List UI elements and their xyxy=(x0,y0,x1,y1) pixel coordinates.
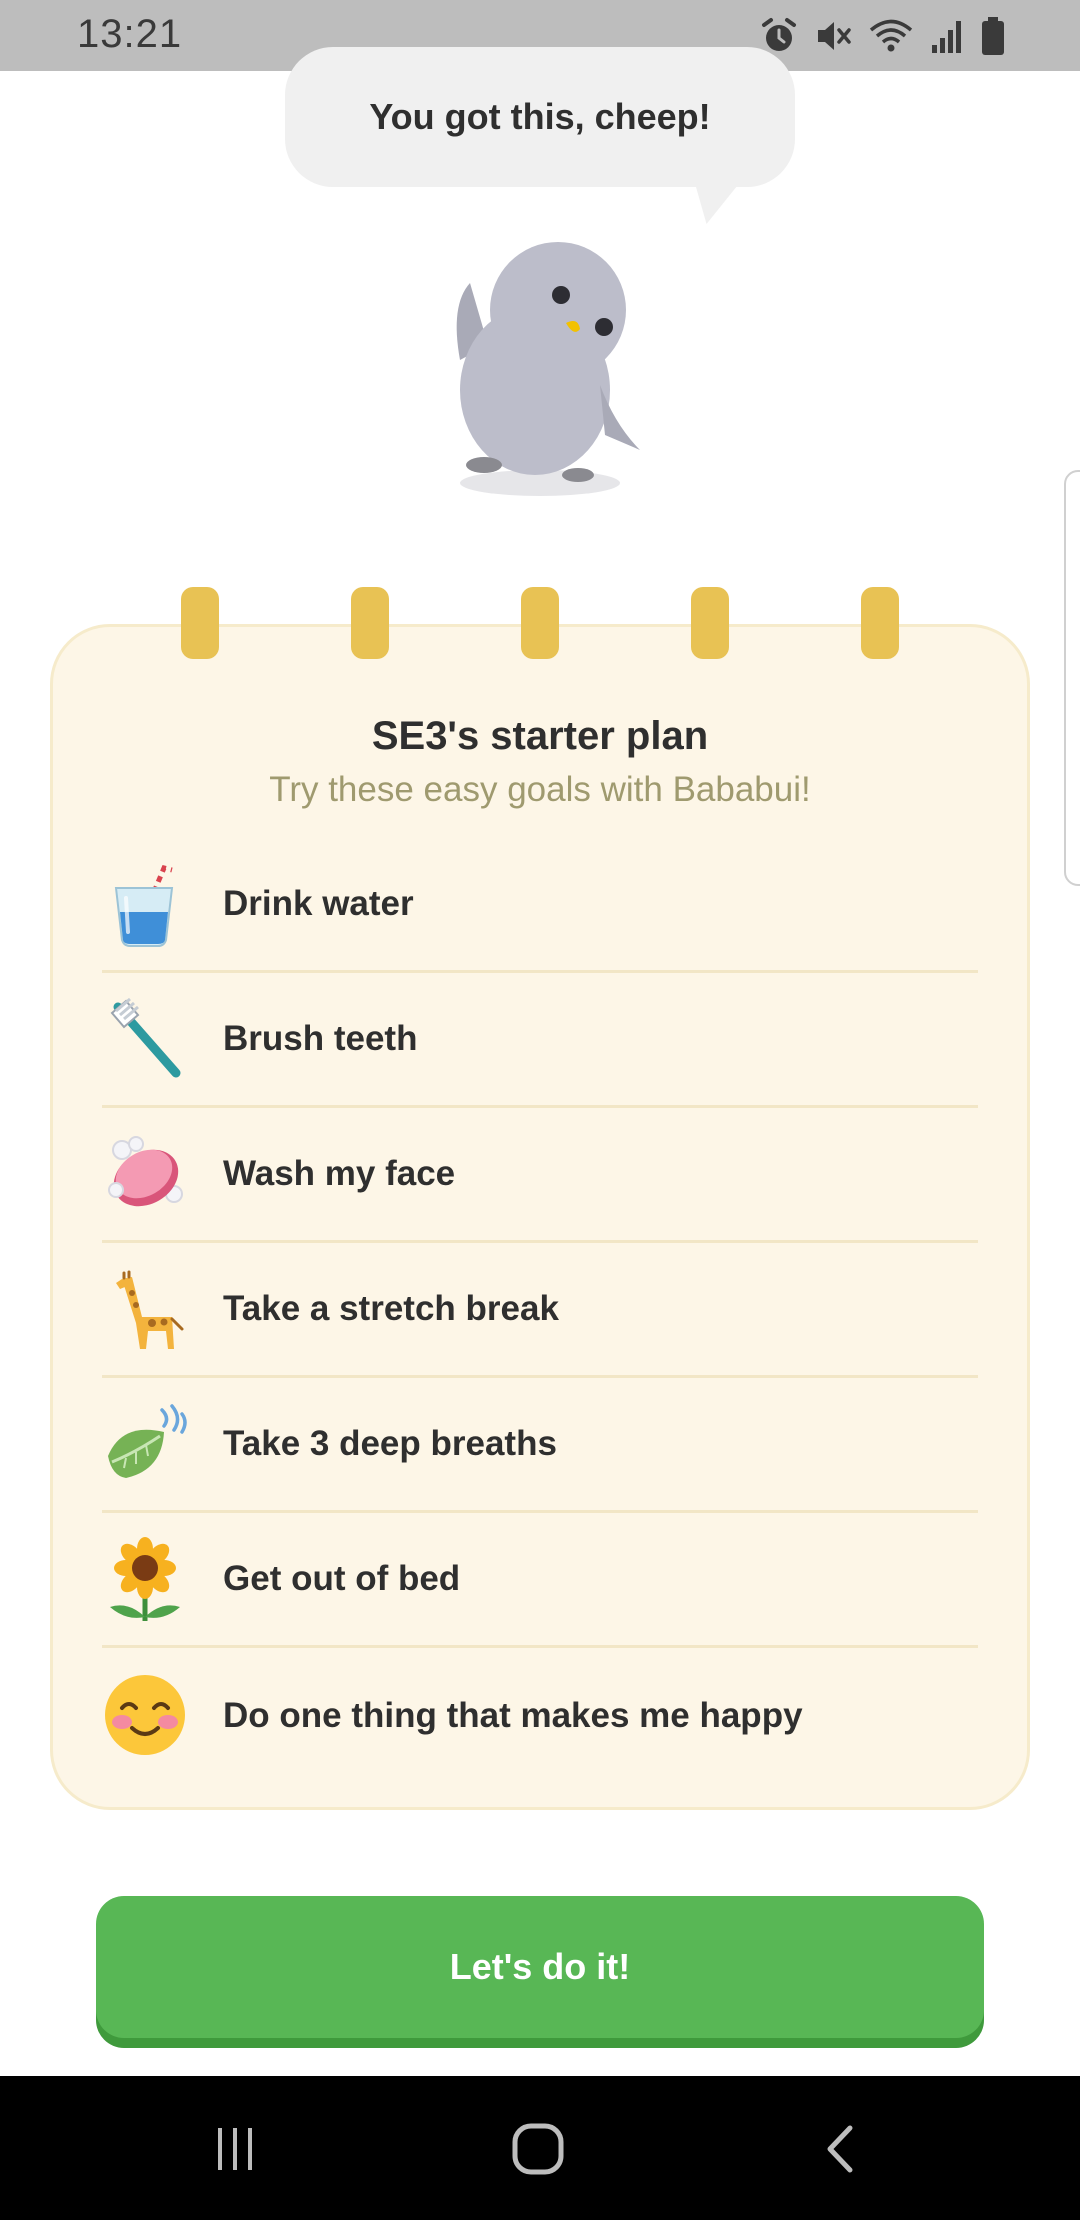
back-button[interactable] xyxy=(806,2114,876,2184)
leaf-wind-icon xyxy=(108,1404,187,1478)
goal-label: Get out of bed xyxy=(223,1559,461,1598)
notebook-ring xyxy=(351,587,389,659)
goal-list: Drink water Brush teeth Wash my face Tak… xyxy=(102,838,978,1783)
recent-apps-icon xyxy=(218,2128,252,2170)
edge-panel-handle[interactable] xyxy=(1064,470,1080,886)
plan-title: SE3's starter plan xyxy=(371,714,709,758)
plan-subtitle: Try these easy goals with Bababui! xyxy=(269,770,811,809)
status-icons xyxy=(760,14,1006,58)
battery-icon xyxy=(982,17,1004,55)
goal-item: Take a stretch break xyxy=(102,1243,978,1378)
recent-apps-button[interactable] xyxy=(200,2114,270,2184)
bird-mascot xyxy=(456,242,640,496)
sunflower-icon xyxy=(110,1537,180,1621)
wifi-icon xyxy=(869,19,913,52)
signal-icon xyxy=(932,21,961,53)
mute-icon xyxy=(818,22,851,50)
toothbrush-icon xyxy=(110,997,181,1078)
speech-bubble: You got this, cheep! xyxy=(285,47,795,187)
goal-label: Take 3 deep breaths xyxy=(223,1424,557,1463)
home-button[interactable] xyxy=(503,2114,573,2184)
water-glass-icon xyxy=(114,865,174,947)
notebook-ring xyxy=(691,587,729,659)
goal-item: Wash my face xyxy=(102,1108,978,1243)
home-icon xyxy=(512,2123,564,2175)
goal-item: Drink water xyxy=(102,838,978,973)
goal-item: Do one thing that makes me happy xyxy=(102,1648,978,1783)
notebook-ring xyxy=(861,587,899,659)
status-time: 13:21 xyxy=(77,12,183,56)
goal-label: Wash my face xyxy=(223,1154,456,1193)
goal-label: Drink water xyxy=(223,884,414,923)
smiling-face-icon xyxy=(105,1675,185,1755)
system-nav-bar xyxy=(0,2076,1080,2220)
giraffe-icon xyxy=(116,1270,184,1349)
back-icon xyxy=(827,2125,853,2173)
goal-item: Take 3 deep breaths xyxy=(102,1378,978,1513)
goal-label: Do one thing that makes me happy xyxy=(223,1695,803,1735)
notebook-ring xyxy=(521,587,559,659)
goal-item: Get out of bed xyxy=(102,1513,978,1648)
goal-label: Brush teeth xyxy=(223,1019,418,1058)
goal-item: Brush teeth xyxy=(102,973,978,1108)
speech-bubble-text: You got this, cheep! xyxy=(369,96,711,137)
soap-icon xyxy=(108,1136,183,1207)
goal-label: Take a stretch break xyxy=(223,1289,559,1328)
lets-do-it-button[interactable]: Let's do it! xyxy=(96,1896,984,2038)
notebook-ring xyxy=(181,587,219,659)
